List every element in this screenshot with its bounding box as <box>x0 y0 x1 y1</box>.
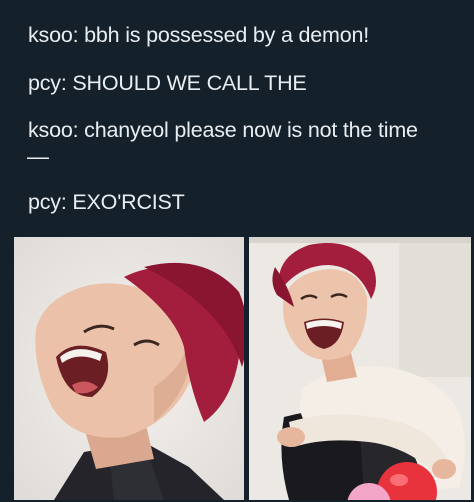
tweet-line-ksoo-1: ksoo: bbh is possessed by a demon! <box>28 23 369 47</box>
photo-laughing-hugging-chair <box>249 237 471 500</box>
separator-dash: — <box>27 144 49 169</box>
tweet-line-pcy-2: pcy: EXO'RCIST <box>28 190 185 214</box>
photo-laughing-closeup <box>14 237 244 500</box>
tweet-line-ksoo-2: ksoo: chanyeol please now is not the tim… <box>28 118 418 142</box>
tweet-line-pcy-1: pcy: SHOULD WE CALL THE <box>28 71 307 95</box>
